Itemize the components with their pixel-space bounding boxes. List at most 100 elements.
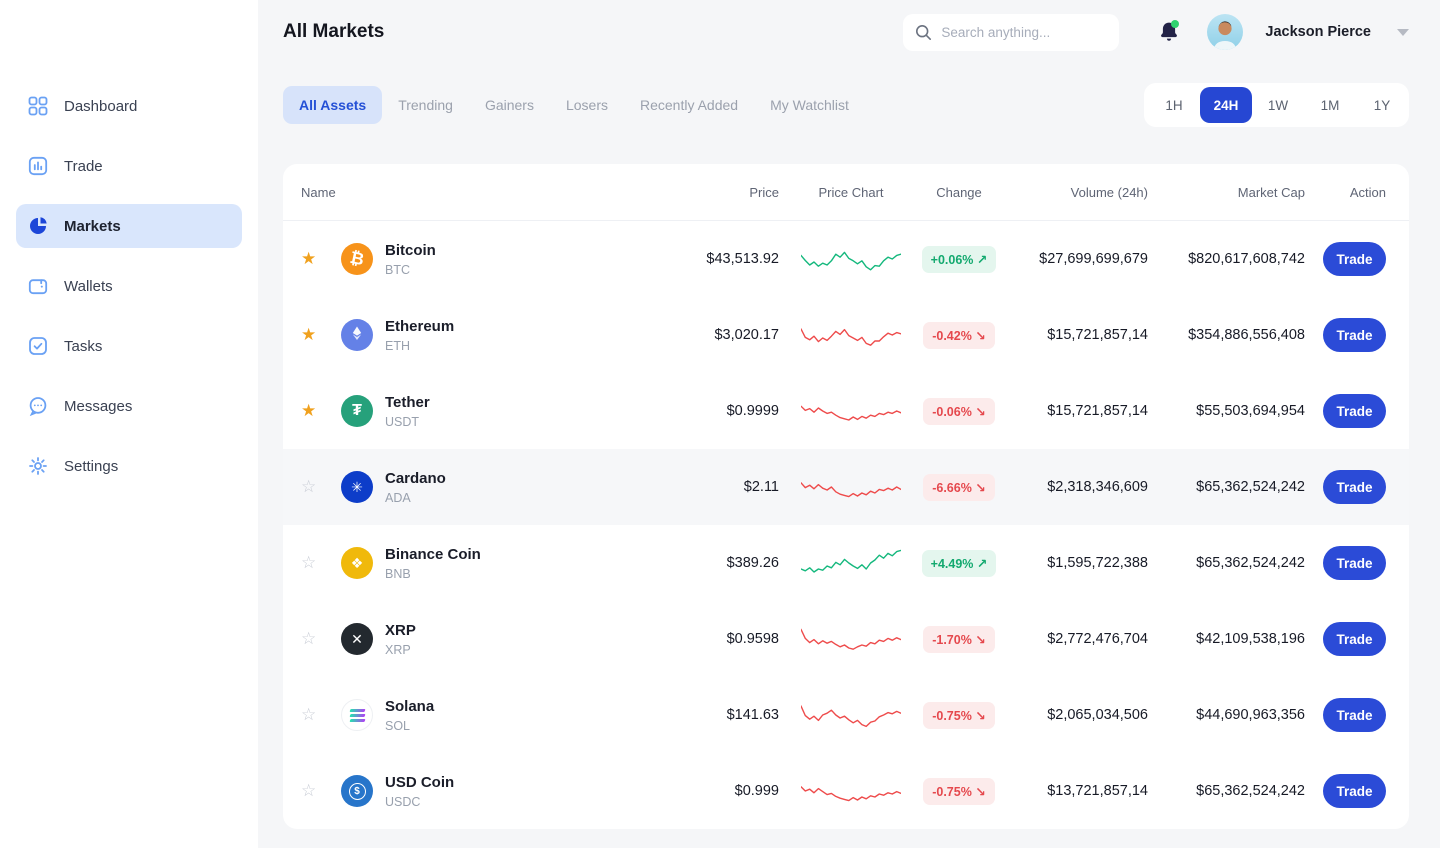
price-value: $2.11 [613,479,779,495]
price-sparkline [779,241,923,277]
sidebar-item-label: Messages [64,398,132,415]
tab-my-watchlist[interactable]: My Watchlist [754,86,865,124]
change-badge: -0.42% ↘ [923,322,995,349]
table-row[interactable]: ☆ $ USD Coin USDC $0.999 -0.75% ↘ $13,72… [283,753,1409,829]
favorite-star-icon[interactable]: ☆ [301,629,316,648]
coin-symbol: ADA [385,491,446,505]
timeframe-1h[interactable]: 1H [1148,87,1200,123]
trade-button[interactable]: Trade [1323,242,1386,276]
favorite-star-icon[interactable]: ★ [301,401,316,420]
price-sparkline [779,393,923,429]
trade-button[interactable]: Trade [1323,394,1386,428]
market-cap-value: $65,362,524,242 [1148,783,1305,799]
change-badge: -0.75% ↘ [923,778,995,805]
coin-symbol: USDT [385,415,430,429]
tab-losers[interactable]: Losers [550,86,624,124]
favorite-star-icon[interactable]: ☆ [301,781,316,800]
coin-icon: ❖ [341,547,373,579]
trade-button[interactable]: Trade [1323,470,1386,504]
trade-button[interactable]: Trade [1323,698,1386,732]
sidebar-item-trade[interactable]: Trade [16,144,242,188]
coin-icon [341,319,373,351]
change-badge: -0.06% ↘ [923,398,995,425]
coin-name: Bitcoin [385,242,436,259]
trade-chart-icon [28,156,48,176]
search-box[interactable] [903,14,1119,51]
coin-name: XRP [385,622,416,639]
table-row[interactable]: ☆ ✕ XRP XRP $0.9598 -1.70% ↘ $2,772,476,… [283,601,1409,677]
market-cap-value: $354,886,556,408 [1148,327,1305,343]
filter-row: All Assets Trending Gainers Losers Recen… [283,83,1409,127]
volume-value: $27,699,699,679 [995,251,1148,267]
market-cap-value: $65,362,524,242 [1148,555,1305,571]
table-row[interactable]: ☆ ❖ Binance Coin BNB $389.26 +4.49% ↗ $1… [283,525,1409,601]
column-header-change: Change [923,185,995,200]
tab-trending[interactable]: Trending [382,86,469,124]
search-icon [915,24,932,41]
sidebar-item-label: Wallets [64,278,113,295]
favorite-star-icon[interactable]: ☆ [301,477,316,496]
asset-tabs: All Assets Trending Gainers Losers Recen… [283,86,865,124]
table-body: ★ ₿ Bitcoin BTC $43,513.92 +0.06% ↗ $27,… [283,221,1409,829]
timeframe-selector: 1H 24H 1W 1M 1Y [1144,83,1409,127]
table-row[interactable]: ★ Ethereum ETH $3,020.17 -0.42% ↘ $15,72… [283,297,1409,373]
coin-icon: ₮ [341,395,373,427]
favorite-star-icon[interactable]: ★ [301,249,316,268]
search-input[interactable] [941,25,1107,40]
tasks-check-icon [28,336,48,356]
coin-symbol: BTC [385,263,436,277]
price-value: $0.9598 [613,631,779,647]
coin-symbol: ETH [385,339,454,353]
trade-button[interactable]: Trade [1323,774,1386,808]
price-sparkline [779,773,923,809]
price-sparkline [779,697,923,733]
sidebar-item-dashboard[interactable]: Dashboard [16,84,242,128]
volume-value: $2,318,346,609 [995,479,1148,495]
price-sparkline [779,621,923,657]
sidebar-item-tasks[interactable]: Tasks [16,324,242,368]
price-value: $0.999 [613,783,779,799]
column-header-volume: Volume (24h) [995,185,1148,200]
timeframe-1m[interactable]: 1M [1304,87,1356,123]
change-badge: -1.70% ↘ [923,626,995,653]
avatar[interactable] [1207,14,1243,50]
market-cap-value: $820,617,608,742 [1148,251,1305,267]
coin-symbol: USDC [385,795,454,809]
table-row[interactable]: ☆ Solana SOL $141.63 -0.75% ↘ $2,065,034… [283,677,1409,753]
coin-icon: ✳ [341,471,373,503]
trade-button[interactable]: Trade [1323,546,1386,580]
notification-bell-icon[interactable] [1157,20,1181,44]
tab-recently-added[interactable]: Recently Added [624,86,754,124]
sidebar: Dashboard Trade Markets [0,0,258,848]
sidebar-item-wallets[interactable]: Wallets [16,264,242,308]
timeframe-1y[interactable]: 1Y [1356,87,1408,123]
market-cap-value: $65,362,524,242 [1148,479,1305,495]
favorite-star-icon[interactable]: ☆ [301,553,316,572]
main-content: All Markets Jackson Pierce [258,0,1440,829]
table-row[interactable]: ★ ₮ Tether USDT $0.9999 -0.06% ↘ $15,721… [283,373,1409,449]
favorite-star-icon[interactable]: ☆ [301,705,316,724]
column-header-action: Action [1305,185,1409,200]
price-value: $389.26 [613,555,779,571]
markets-table: Name Price Price Chart Change Volume (24… [283,164,1409,829]
table-row[interactable]: ☆ ✳ Cardano ADA $2.11 -6.66% ↘ $2,318,34… [283,449,1409,525]
sidebar-item-markets[interactable]: Markets [16,204,242,248]
change-badge: -0.75% ↘ [923,702,995,729]
coin-name: Binance Coin [385,546,481,563]
column-header-name: Name [283,185,613,200]
timeframe-24h[interactable]: 24H [1200,87,1252,123]
table-row[interactable]: ★ ₿ Bitcoin BTC $43,513.92 +0.06% ↗ $27,… [283,221,1409,297]
chevron-down-icon[interactable] [1397,29,1409,36]
favorite-star-icon[interactable]: ★ [301,325,316,344]
sidebar-item-label: Trade [64,158,103,175]
sidebar-item-settings[interactable]: Settings [16,444,242,488]
trade-button[interactable]: Trade [1323,622,1386,656]
coin-icon [341,699,373,731]
trade-button[interactable]: Trade [1323,318,1386,352]
sidebar-item-messages[interactable]: Messages [16,384,242,428]
tab-all-assets[interactable]: All Assets [283,86,382,124]
sidebar-item-label: Dashboard [64,98,137,115]
coin-symbol: BNB [385,567,481,581]
timeframe-1w[interactable]: 1W [1252,87,1304,123]
tab-gainers[interactable]: Gainers [469,86,550,124]
